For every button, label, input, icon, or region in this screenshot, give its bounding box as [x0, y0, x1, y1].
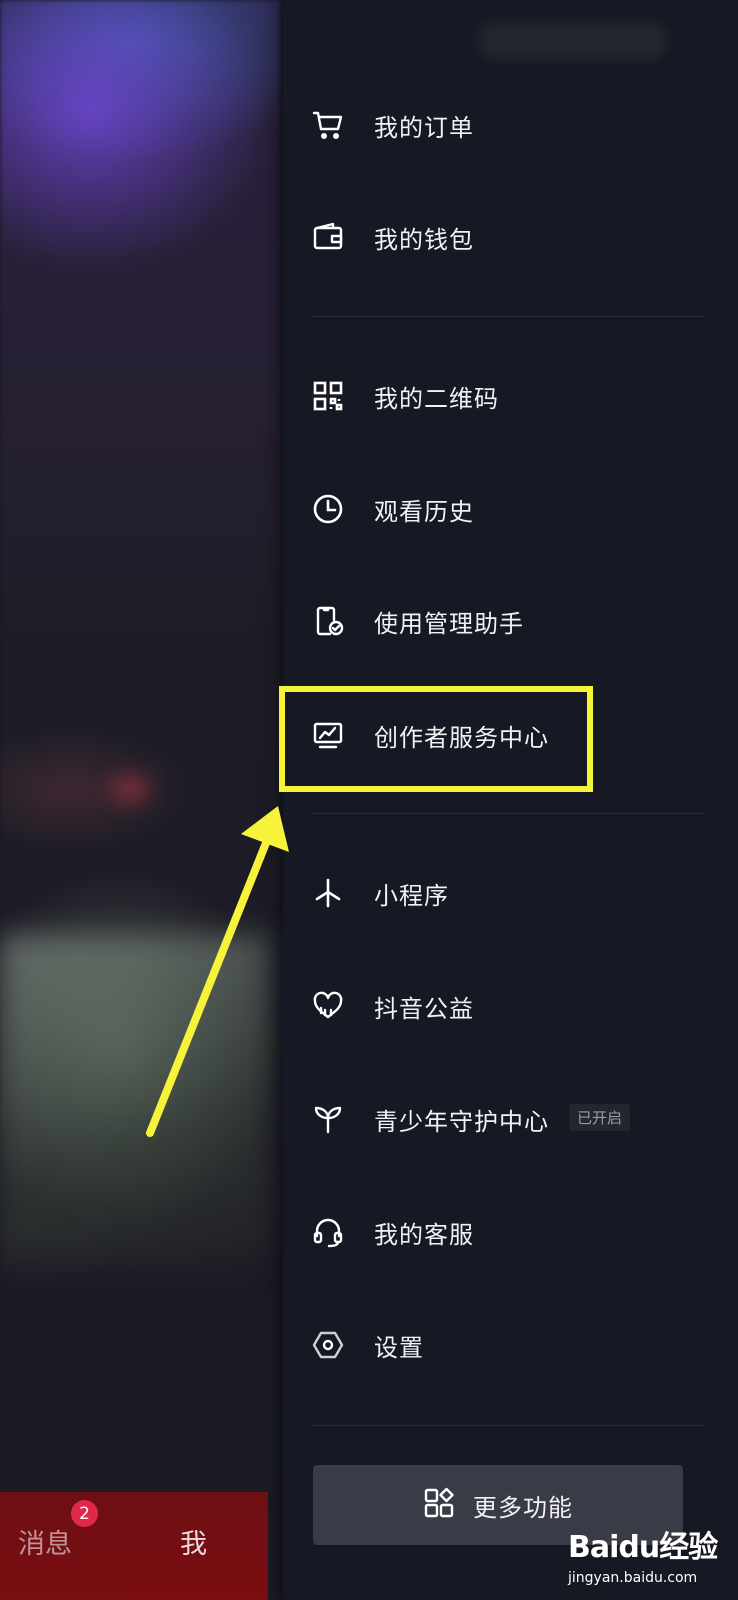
messages-count-badge: 2	[71, 1500, 98, 1527]
grid-icon	[423, 1487, 455, 1523]
menu-item-label: 我的二维码	[374, 384, 499, 413]
nav-tab-messages[interactable]: 消息	[18, 1522, 72, 1561]
bottom-nav: 消息 2 我	[0, 1492, 268, 1600]
menu-item-label: 我的钱包	[374, 225, 474, 254]
wallet-icon	[312, 221, 344, 253]
sprout-icon	[312, 1103, 344, 1135]
menu-item-label: 我的客服	[374, 1220, 474, 1249]
baidu-logo: Baidu经验	[568, 1530, 718, 1565]
blurred-video-card	[0, 935, 270, 1265]
status-badge: 已开启	[569, 1104, 631, 1131]
menu-item-label: 观看历史	[374, 497, 474, 526]
divider	[313, 813, 703, 814]
blurred-accent	[110, 775, 150, 803]
cart-icon	[312, 109, 344, 141]
headset-icon	[312, 1216, 344, 1248]
more-features-label: 更多功能	[473, 1493, 573, 1522]
baidu-watermark: Baidu经验 jingyan.baidu.com	[560, 1518, 735, 1590]
menu-item-miniapp[interactable]: 小程序	[283, 848, 738, 938]
menu-item-label: 抖音公益	[374, 994, 474, 1023]
miniapp-icon	[312, 877, 344, 909]
heart-charity-icon	[312, 990, 344, 1022]
divider	[313, 1425, 703, 1426]
menu-item-label: 设置	[374, 1333, 424, 1362]
clock-icon	[312, 493, 344, 525]
menu-item-charity[interactable]: 抖音公益	[283, 961, 738, 1051]
menu-item-label: 小程序	[374, 881, 449, 910]
blurred-header	[478, 22, 668, 60]
nav-tab-me[interactable]: 我	[180, 1522, 207, 1561]
menu-item-usage-assistant[interactable]: 使用管理助手	[283, 576, 738, 666]
menu-item-wallet[interactable]: 我的钱包	[283, 192, 738, 282]
menu-item-history[interactable]: 观看历史	[283, 464, 738, 554]
menu-item-label: 我的订单	[374, 113, 474, 142]
menu-item-label: 使用管理助手	[374, 609, 524, 638]
watermark-url: jingyan.baidu.com	[568, 1570, 698, 1586]
menu-item-customer-service[interactable]: 我的客服	[283, 1187, 738, 1277]
highlight-box	[279, 686, 593, 792]
menu-item-settings[interactable]: 设置	[283, 1300, 738, 1390]
side-drawer: 我的订单 我的钱包 我的二维码 观看历史 使用管理助手 创作者服务中心 小程序 …	[283, 0, 738, 1600]
menu-item-qrcode[interactable]: 我的二维码	[283, 351, 738, 441]
menu-item-youth-protection[interactable]: 青少年守护中心 已开启	[283, 1074, 738, 1164]
menu-item-label: 青少年守护中心	[374, 1107, 549, 1136]
divider	[313, 316, 703, 317]
phone-check-icon	[312, 605, 344, 637]
qrcode-icon	[312, 380, 344, 412]
menu-item-orders[interactable]: 我的订单	[283, 80, 738, 170]
settings-icon	[312, 1329, 344, 1361]
